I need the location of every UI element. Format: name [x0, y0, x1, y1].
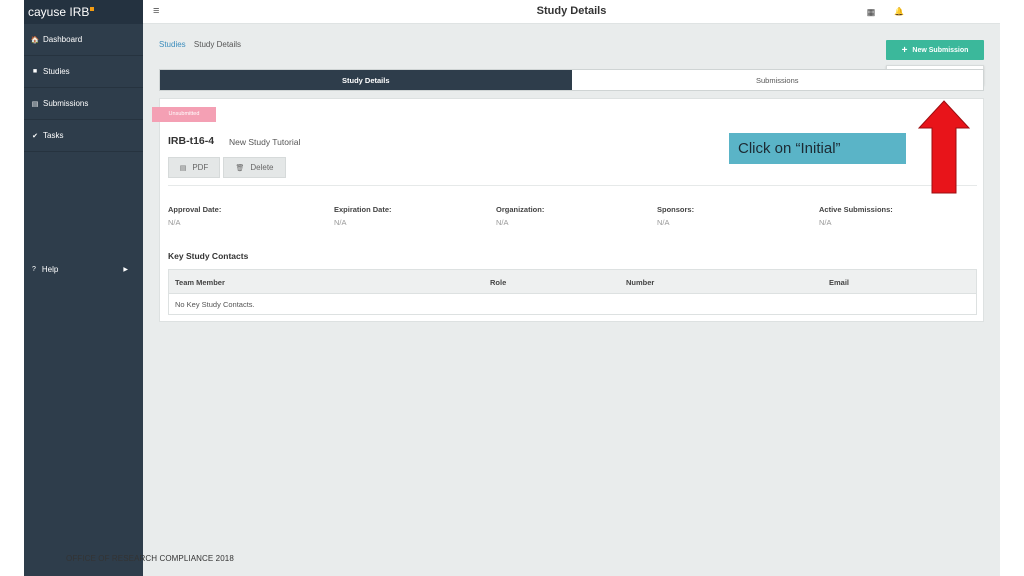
trash-icon: 🗑 [235, 164, 245, 172]
tab-submissions[interactable]: Submissions [572, 70, 984, 90]
caret-right-icon: ▶ [123, 266, 128, 273]
breadcrumb-link-studies[interactable]: Studies [159, 40, 186, 49]
sidebar-item-label: Tasks [43, 131, 64, 140]
divider [168, 185, 977, 186]
meta-value: N/A [657, 218, 670, 227]
meta-value: N/A [496, 218, 509, 227]
sidebar-item-label: Studies [43, 67, 70, 76]
study-name: New Study Tutorial [229, 137, 301, 147]
sidebar-item-label: Submissions [43, 99, 89, 108]
meta-sponsors: Sponsors: N/A [657, 205, 694, 227]
sidebar: cayuse IRB 🏠 Dashboard ■ Studies ▤ Submi… [24, 0, 143, 576]
document-icon: ▤ [31, 100, 39, 108]
sidebar-item-label: Dashboard [43, 35, 83, 44]
pdf-label: PDF [192, 163, 209, 172]
column-header-team-member: Team Member [175, 278, 225, 287]
sidebar-item-submissions[interactable]: ▤ Submissions [24, 88, 143, 120]
meta-value: N/A [168, 218, 181, 227]
study-id: IRB-t16-4 [168, 135, 215, 147]
pdf-button[interactable]: ▤ PDF [168, 157, 220, 178]
plus-icon: + [901, 44, 908, 56]
study-card: Unsubmitted IRB-t16-4 New Study Tutorial… [152, 98, 984, 322]
new-submission-label: New Submission [912, 46, 969, 54]
folder-icon: ■ [32, 68, 38, 75]
sidebar-item-tasks[interactable]: ✔ Tasks [24, 120, 143, 152]
meta-label: Organization: [496, 205, 545, 214]
top-bar: ≡ Study Details ▦ 🔔 [143, 0, 1000, 24]
meta-expiration-date: Expiration Date: N/A [334, 205, 392, 227]
column-header-role: Role [490, 278, 507, 287]
meta-organization: Organization: N/A [496, 205, 544, 227]
brand-name: cayuse IRB [28, 5, 90, 19]
check-icon: ✔ [32, 132, 38, 140]
breadcrumb-current: Study Details [193, 40, 242, 49]
delete-button[interactable]: 🗑 Delete [223, 157, 286, 178]
meta-label: Sponsors: [657, 205, 695, 214]
column-header-email: Email [829, 278, 850, 287]
tab-bar: Study Details Submissions [159, 69, 984, 91]
column-header-number: Number [626, 278, 655, 287]
footer-text: OFFICE OF RESEARCH COMPLIANCE 2018 [66, 554, 234, 563]
meta-approval-date: Approval Date: N/A [168, 205, 221, 227]
sidebar-item-label: Help [41, 264, 59, 274]
document-icon: ▤ [179, 164, 187, 172]
apps-grid-icon[interactable]: ▦ [860, 4, 882, 20]
app-frame: cayuse IRB 🏠 Dashboard ■ Studies ▤ Submi… [24, 0, 1000, 576]
brand-logo[interactable]: cayuse IRB [24, 0, 143, 24]
home-icon: 🏠 [30, 36, 40, 44]
instruction-callout: Click on “Initial” [729, 133, 906, 164]
help-icon: ? [32, 265, 36, 273]
breadcrumb: Studies Study Details [159, 40, 241, 49]
meta-active-submissions: Active Submissions: N/A [819, 205, 893, 227]
contacts-table: Team Member Role Number Email No Key Stu… [168, 269, 977, 315]
meta-value: N/A [819, 218, 832, 227]
delete-label: Delete [250, 163, 274, 172]
sidebar-item-help[interactable]: ? Help ▶ [24, 260, 143, 278]
status-badge: Unsubmitted [152, 107, 216, 122]
up-arrow-icon [918, 100, 970, 194]
sidebar-item-studies[interactable]: ■ Studies [24, 56, 143, 88]
bell-icon[interactable]: 🔔 [888, 4, 910, 20]
contacts-title: Key Study Contacts [168, 251, 249, 261]
empty-table-message: No Key Study Contacts. [175, 300, 255, 309]
sidebar-item-dashboard[interactable]: 🏠 Dashboard [24, 24, 143, 56]
meta-label: Expiration Date: [334, 205, 392, 214]
meta-label: Approval Date: [168, 205, 222, 214]
meta-value: N/A [334, 218, 347, 227]
table-row: No Key Study Contacts. [169, 294, 976, 314]
brand-dot-icon [90, 7, 95, 11]
tab-study-details[interactable]: Study Details [160, 70, 572, 90]
meta-label: Active Submissions: [819, 205, 893, 214]
table-header: Team Member Role Number Email [169, 270, 976, 294]
new-submission-button[interactable]: + New Submission [886, 40, 984, 60]
